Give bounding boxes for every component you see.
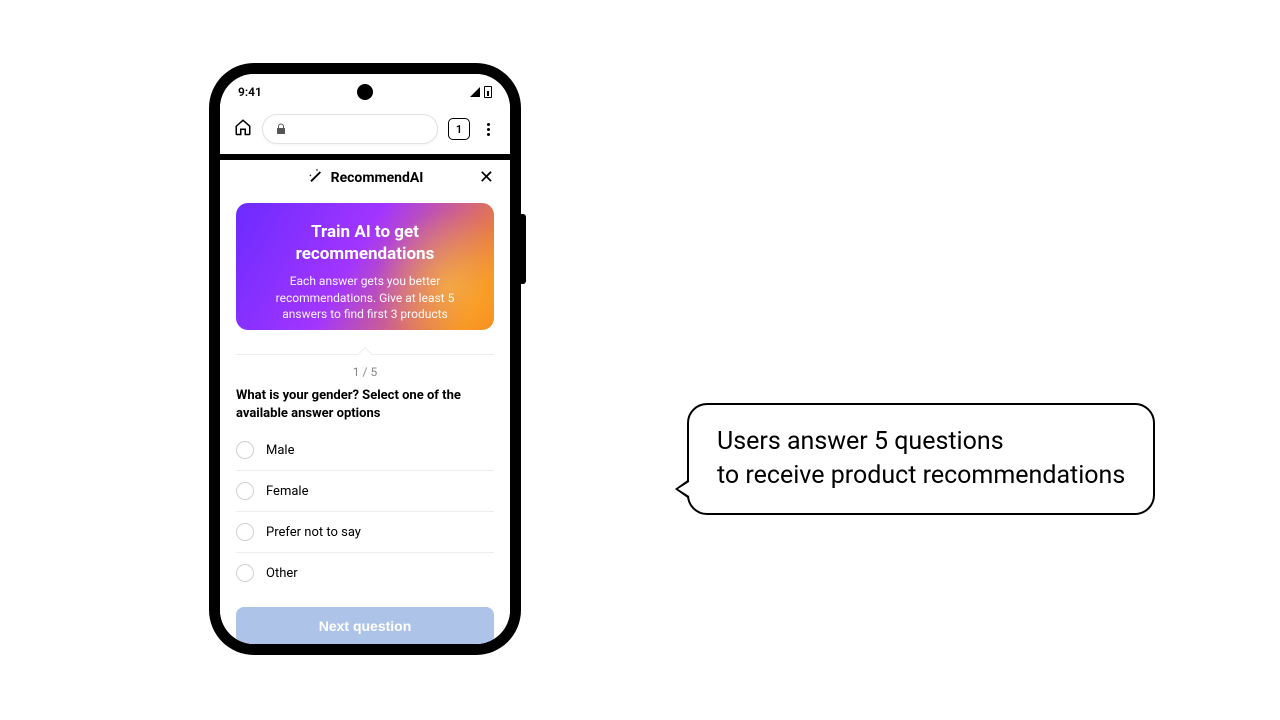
options-list: Male Female Prefer not to say Other: [220, 430, 510, 593]
option-label: Male: [266, 443, 294, 458]
url-bar[interactable]: [262, 114, 438, 144]
option-label: Female: [266, 484, 308, 499]
hero-body: Each answer gets you better recommendati…: [252, 273, 478, 323]
radio-icon: [236, 441, 254, 459]
phone-frame: 9:41 1 RecommendAI ✕: [210, 64, 520, 654]
radio-icon: [236, 564, 254, 582]
callout-line-1: Users answer 5 questions: [717, 425, 1125, 459]
signal-icon: [470, 87, 480, 97]
callout-line-2: to receive product recommendations: [717, 459, 1125, 493]
option-other[interactable]: Other: [236, 553, 494, 593]
wand-icon: [307, 168, 323, 188]
annotation-callout: Users answer 5 questions to receive prod…: [687, 403, 1155, 515]
home-icon[interactable]: [234, 118, 252, 140]
app-header: RecommendAI ✕: [220, 160, 510, 197]
next-question-button[interactable]: Next question: [236, 607, 494, 644]
phone-screen: 9:41 1 RecommendAI ✕: [220, 74, 510, 644]
app-title: RecommendAI: [331, 170, 424, 186]
option-male[interactable]: Male: [236, 430, 494, 471]
radio-icon: [236, 482, 254, 500]
hero-title: Train AI to get recommendations: [252, 221, 478, 265]
camera-cutout: [357, 84, 373, 100]
radio-icon: [236, 523, 254, 541]
phone-side-button: [520, 214, 526, 284]
tab-count[interactable]: 1: [448, 118, 470, 140]
option-label: Prefer not to say: [266, 525, 361, 540]
question-text: What is your gender? Select one of the a…: [220, 387, 510, 430]
callout-tail: [675, 479, 689, 499]
status-time: 9:41: [238, 85, 262, 99]
battery-icon: [484, 86, 492, 98]
overflow-menu-icon[interactable]: [480, 123, 496, 136]
browser-toolbar: 1: [220, 110, 510, 154]
option-female[interactable]: Female: [236, 471, 494, 512]
lock-icon: [275, 123, 287, 135]
progress-divider: [236, 354, 494, 355]
option-label: Other: [266, 566, 298, 581]
progress-notch: [358, 347, 372, 361]
hero-card: Train AI to get recommendations Each ans…: [236, 203, 494, 331]
status-icons: [470, 86, 492, 98]
option-prefer-not-to-say[interactable]: Prefer not to say: [236, 512, 494, 553]
progress-counter: 1 / 5: [220, 365, 510, 379]
app-content: RecommendAI ✕ Train AI to get recommenda…: [220, 160, 510, 644]
close-icon[interactable]: ✕: [479, 169, 494, 187]
